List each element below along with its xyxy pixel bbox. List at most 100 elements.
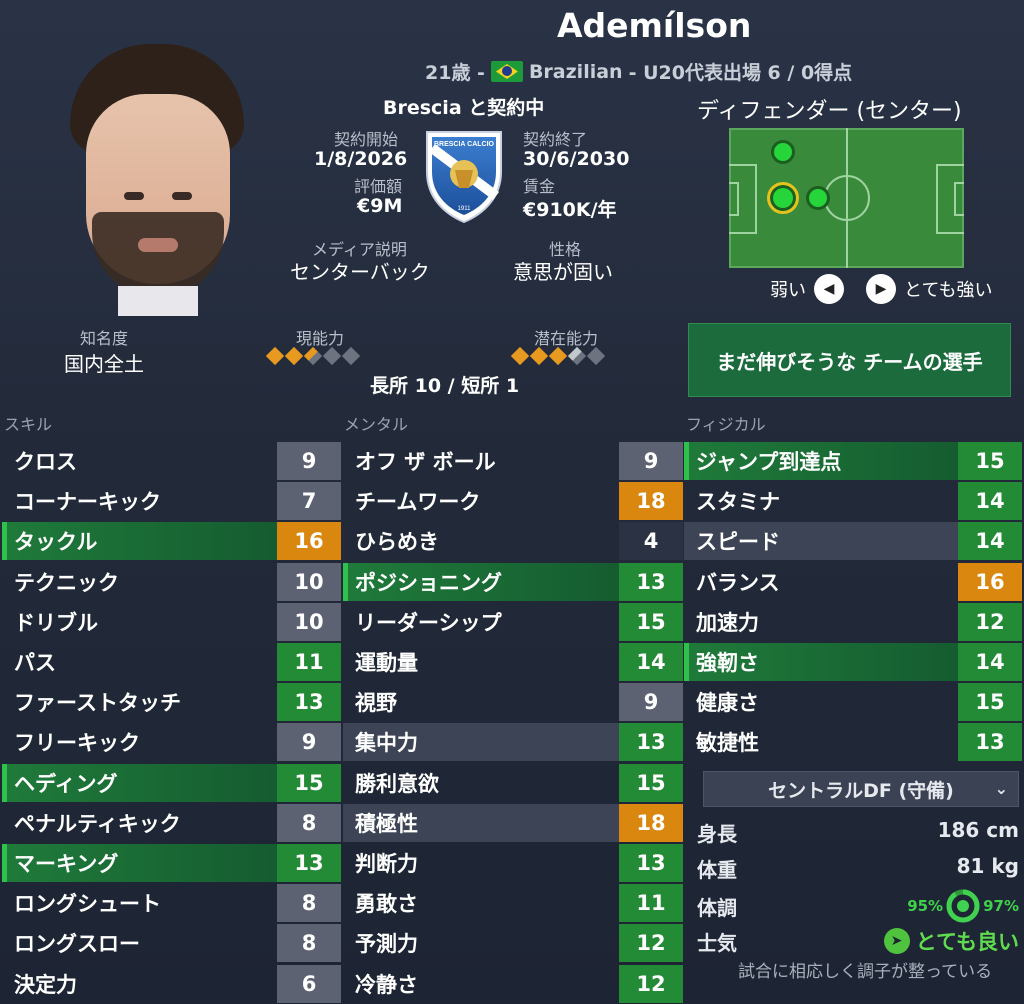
club-crest-icon[interactable]: BRESCIA CALCIO 1911 xyxy=(421,126,507,226)
ability-star xyxy=(322,346,342,366)
attribute-row[interactable]: マーキング 13 xyxy=(2,844,341,882)
condition-label: 体調 xyxy=(697,895,737,920)
attribute-value: 12 xyxy=(619,964,683,1003)
crest-text: BRESCIA CALCIO xyxy=(434,141,495,148)
role-dropdown[interactable]: セントラルDF (守備) ⌄ xyxy=(703,771,1019,807)
physical-section-title: フィジカル xyxy=(686,415,766,434)
attribute-row[interactable]: 健康さ 15 xyxy=(684,683,1022,722)
attribute-name: スタミナ xyxy=(696,490,780,515)
weak-boot-icon: ◀ xyxy=(814,274,844,304)
attribute-row[interactable]: 積極性 18 xyxy=(343,803,683,842)
attribute-row[interactable]: ペナルティキック 8 xyxy=(2,803,341,842)
weight-label: 体重 xyxy=(697,858,737,882)
attribute-row[interactable]: タックル 16 xyxy=(2,522,341,561)
attribute-row[interactable]: 集中力 13 xyxy=(343,723,683,762)
attribute-name: ジャンプ到達点 xyxy=(684,442,958,480)
attribute-row[interactable]: フリーキック 9 xyxy=(2,723,341,762)
attribute-value: 11 xyxy=(277,643,341,681)
morale-arrow-icon: ➤ xyxy=(883,928,910,954)
attribute-row[interactable]: 冷静さ 12 xyxy=(343,964,683,1003)
attribute-row[interactable]: ひらめき 4 xyxy=(343,522,683,561)
contract-end-value: 30/6/2030 xyxy=(523,148,630,170)
attribute-name: オフ ザ ボール xyxy=(355,450,496,474)
attribute-name: 決定力 xyxy=(14,972,77,997)
traits-line[interactable]: 長所 10 / 短所 1 xyxy=(370,371,519,398)
attribute-row[interactable]: 運動量 14 xyxy=(343,643,683,681)
attribute-row[interactable]: 判断力 13 xyxy=(343,844,683,882)
attribute-row[interactable]: テクニック 10 xyxy=(2,562,341,601)
attribute-row[interactable]: 強靭さ 14 xyxy=(684,643,1022,681)
player-portrait xyxy=(68,42,246,316)
position-pitch[interactable] xyxy=(729,128,964,268)
attribute-name: コーナーキック xyxy=(14,490,161,515)
potential-ability-label: 潜在能力 xyxy=(534,329,599,348)
attribute-row[interactable]: クロス 9 xyxy=(2,442,341,480)
attribute-value: 18 xyxy=(619,803,683,842)
attribute-name: 強靭さ xyxy=(684,643,958,681)
attribute-row[interactable]: ジャンプ到達点 15 xyxy=(684,442,1022,480)
attribute-row[interactable]: スピード 14 xyxy=(684,522,1022,561)
attribute-name: ひらめき xyxy=(355,530,439,555)
attribute-row[interactable]: ファーストタッチ 13 xyxy=(2,683,341,722)
ability-star xyxy=(548,346,568,366)
position-dot xyxy=(771,140,795,164)
attribute-name: 集中力 xyxy=(343,723,619,762)
attribute-name: パス xyxy=(14,651,56,675)
attribute-value: 15 xyxy=(619,763,683,802)
morale-value: とても良い xyxy=(915,930,1019,954)
condition-right-value: 97% xyxy=(983,897,1019,915)
nationality-text: Brazilian xyxy=(528,60,623,83)
attribute-row[interactable]: チームワーク 18 xyxy=(343,482,683,521)
personality-value: 意思が固い xyxy=(513,260,613,284)
attribute-row[interactable]: コーナーキック 7 xyxy=(2,482,341,521)
attribute-value: 13 xyxy=(277,844,341,882)
attribute-row[interactable]: オフ ザ ボール 9 xyxy=(343,442,683,480)
attribute-row[interactable]: 敏捷性 13 xyxy=(684,723,1022,762)
attribute-name: マーキング xyxy=(2,844,277,882)
attribute-name: 勝利意欲 xyxy=(355,771,439,796)
attribute-value: 4 xyxy=(619,522,683,561)
attribute-name: ヘディング xyxy=(2,763,277,802)
attribute-value: 12 xyxy=(619,924,683,963)
attribute-value: 14 xyxy=(958,482,1022,521)
attribute-name: ファーストタッチ xyxy=(14,691,181,716)
attribute-name: テクニック xyxy=(14,570,119,595)
attribute-name: フリーキック xyxy=(14,731,140,756)
attribute-name: 予測力 xyxy=(355,932,418,957)
attribute-row[interactable]: 勝利意欲 15 xyxy=(343,763,683,802)
attribute-value: 8 xyxy=(277,924,341,963)
attribute-row[interactable]: 予測力 12 xyxy=(343,924,683,963)
attribute-row[interactable]: 勇敢さ 11 xyxy=(343,884,683,923)
attribute-row[interactable]: パス 11 xyxy=(2,643,341,681)
attribute-row[interactable]: 加速力 12 xyxy=(684,602,1022,641)
chevron-down-icon: ⌄ xyxy=(994,779,1008,798)
attribute-name: クロス xyxy=(14,450,77,474)
weight-row: 体重 81 kg xyxy=(697,854,1019,883)
attribute-value: 18 xyxy=(619,482,683,521)
attribute-name: ドリブル xyxy=(14,610,98,635)
attribute-name: リーダーシップ xyxy=(355,610,502,635)
attribute-row[interactable]: ロングシュート 8 xyxy=(2,884,341,923)
ability-star xyxy=(510,346,530,366)
role-dropdown-value: セントラルDF (守備) xyxy=(768,779,954,802)
attribute-row[interactable]: ロングスロー 8 xyxy=(2,924,341,963)
attribute-row[interactable]: スタミナ 14 xyxy=(684,482,1022,521)
attribute-row[interactable]: 決定力 6 xyxy=(2,964,341,1003)
morale-note: 試合に相応しく調子が整っている xyxy=(738,962,993,982)
wage-value: €910K/年 xyxy=(523,199,617,221)
attribute-row[interactable]: ヘディング 15 xyxy=(2,763,341,802)
attribute-value: 6 xyxy=(277,964,341,1003)
attribute-row[interactable]: ドリブル 10 xyxy=(2,602,341,641)
reputation-label: 知名度 xyxy=(80,329,129,348)
attribute-row[interactable]: 視野 9 xyxy=(343,683,683,722)
attribute-row[interactable]: リーダーシップ 15 xyxy=(343,602,683,641)
weak-label: 弱い xyxy=(770,280,806,301)
attribute-row[interactable]: バランス 16 xyxy=(684,562,1022,601)
attribute-name: ペナルティキック xyxy=(14,811,181,836)
attribute-name: 運動量 xyxy=(355,651,418,675)
attribute-name: 健康さ xyxy=(696,691,759,716)
condition-ring-icon xyxy=(946,889,980,923)
attribute-row[interactable]: ポジショニング 13 xyxy=(343,562,683,601)
height-label: 身長 xyxy=(697,822,737,846)
attribute-value: 8 xyxy=(277,803,341,842)
